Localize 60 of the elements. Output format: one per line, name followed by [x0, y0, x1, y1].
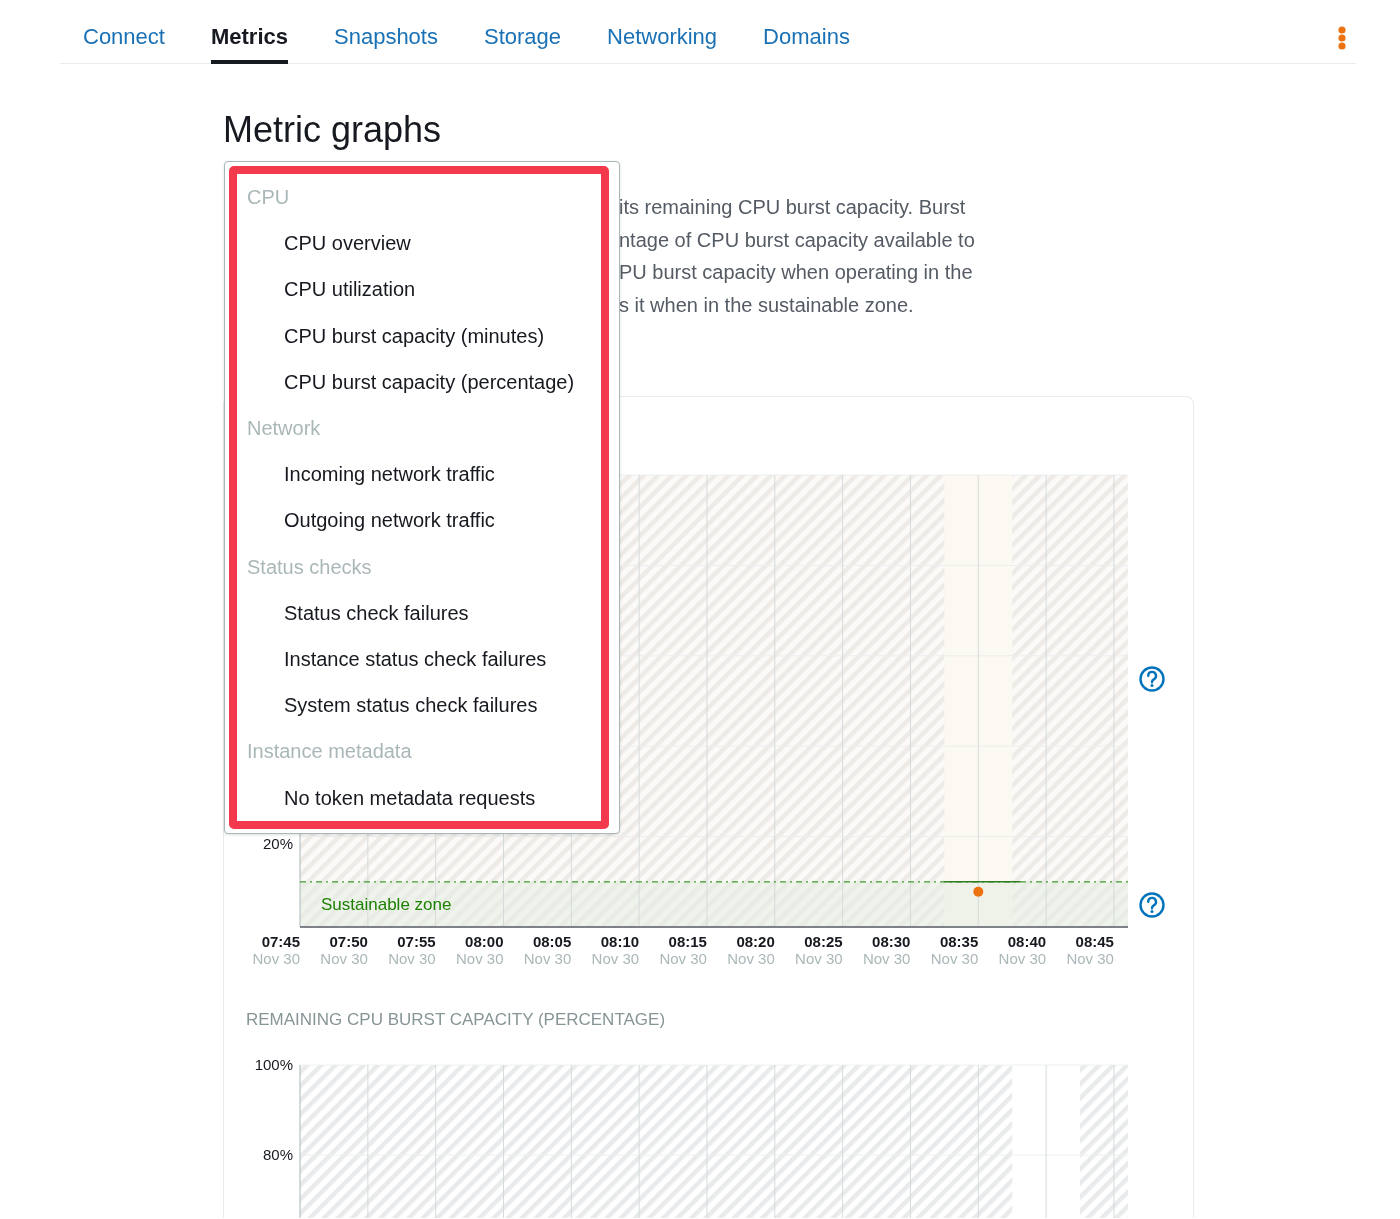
menu-option[interactable]: CPU overview — [284, 220, 411, 267]
data-point — [973, 886, 984, 897]
x-axis-time-label: 08:05 — [532, 933, 572, 950]
menu-group-label: Instance metadata — [247, 739, 412, 765]
description-text: ntage of CPU burst capacity available to — [619, 227, 975, 253]
x-axis-time-label: 08:25 — [804, 933, 843, 950]
x-axis-date-label: Nov 30 — [388, 950, 436, 967]
x-axis-time-label: 08:15 — [668, 933, 707, 950]
x-axis-time-label: 08:40 — [1007, 933, 1047, 950]
chart-title: REMAINING CPU BURST CAPACITY (PERCENTAGE) — [246, 1009, 666, 1031]
x-axis-date-label: Nov 30 — [930, 950, 979, 967]
tab[interactable]: Domains — [763, 12, 850, 64]
x-axis-date-label: Nov 30 — [659, 950, 707, 967]
x-axis-time-label: 07:55 — [397, 933, 436, 950]
description-text: its remaining CPU burst capacity. Burst — [619, 195, 966, 220]
description-text: s it when in the sustainable zone. — [619, 292, 914, 318]
y-axis-label: 100% — [254, 1056, 293, 1073]
x-axis-date-label: Nov 30 — [523, 950, 572, 967]
tab[interactable]: Networking — [607, 12, 718, 64]
x-axis-time-label: 08:10 — [600, 933, 640, 950]
y-axis-label: 20% — [262, 834, 293, 852]
x-axis-time-label: 08:45 — [1075, 933, 1114, 950]
x-axis-date-label: Nov 30 — [862, 950, 911, 967]
menu-option[interactable]: No token metadata requests — [284, 774, 536, 821]
menu-option[interactable]: Instance status check failures — [284, 636, 547, 683]
x-axis-time-label: 07:45 — [261, 933, 300, 950]
x-axis-time-label: 08:35 — [939, 933, 979, 950]
more-options-icon[interactable] — [1338, 25, 1346, 50]
x-axis-date-label: Nov 30 — [320, 950, 368, 967]
tab[interactable]: Snapshots — [334, 12, 438, 64]
help-icon[interactable] — [1139, 892, 1165, 918]
x-axis-time-label: 08:00 — [465, 933, 504, 950]
zone-label: Sustainable zone — [321, 895, 452, 915]
description-text: PU burst capacity when operating in the — [619, 260, 973, 285]
x-axis-date-label: Nov 30 — [1066, 950, 1114, 967]
x-axis-date-label: Nov 30 — [455, 950, 504, 967]
menu-option[interactable]: Incoming network traffic — [284, 451, 495, 498]
menu-group-label: CPU — [247, 185, 290, 210]
x-axis-date-label: Nov 30 — [795, 950, 843, 967]
y-axis-label: 80% — [262, 1146, 293, 1163]
menu-option[interactable]: System status check failures — [284, 682, 538, 729]
tab[interactable]: Connect — [83, 12, 165, 64]
tab[interactable]: Metrics — [210, 12, 288, 64]
x-axis-time-label: 07:50 — [329, 933, 368, 950]
x-axis-date-label: Nov 30 — [727, 950, 775, 967]
x-axis-date-label: Nov 30 — [998, 950, 1047, 967]
menu-option[interactable]: CPU burst capacity (percentage) — [284, 358, 575, 405]
help-icon[interactable] — [1139, 666, 1165, 692]
x-axis-time-label: 08:30 — [872, 933, 911, 950]
menu-option[interactable]: Status check failures — [284, 589, 469, 637]
menu-group-label: Network — [247, 416, 321, 441]
x-axis-time-label: 08:20 — [736, 933, 775, 950]
menu-option[interactable]: CPU utilization — [284, 266, 416, 313]
menu-option[interactable]: CPU burst capacity (minutes) — [284, 312, 545, 359]
menu-option[interactable]: Outgoing network traffic — [284, 497, 495, 544]
x-axis-date-label: Nov 30 — [252, 950, 300, 967]
x-axis-date-label: Nov 30 — [591, 950, 640, 967]
menu-group-label: Status checks — [247, 554, 372, 580]
tab[interactable]: Storage — [483, 12, 562, 64]
page-title: Metric graphs — [223, 108, 442, 152]
